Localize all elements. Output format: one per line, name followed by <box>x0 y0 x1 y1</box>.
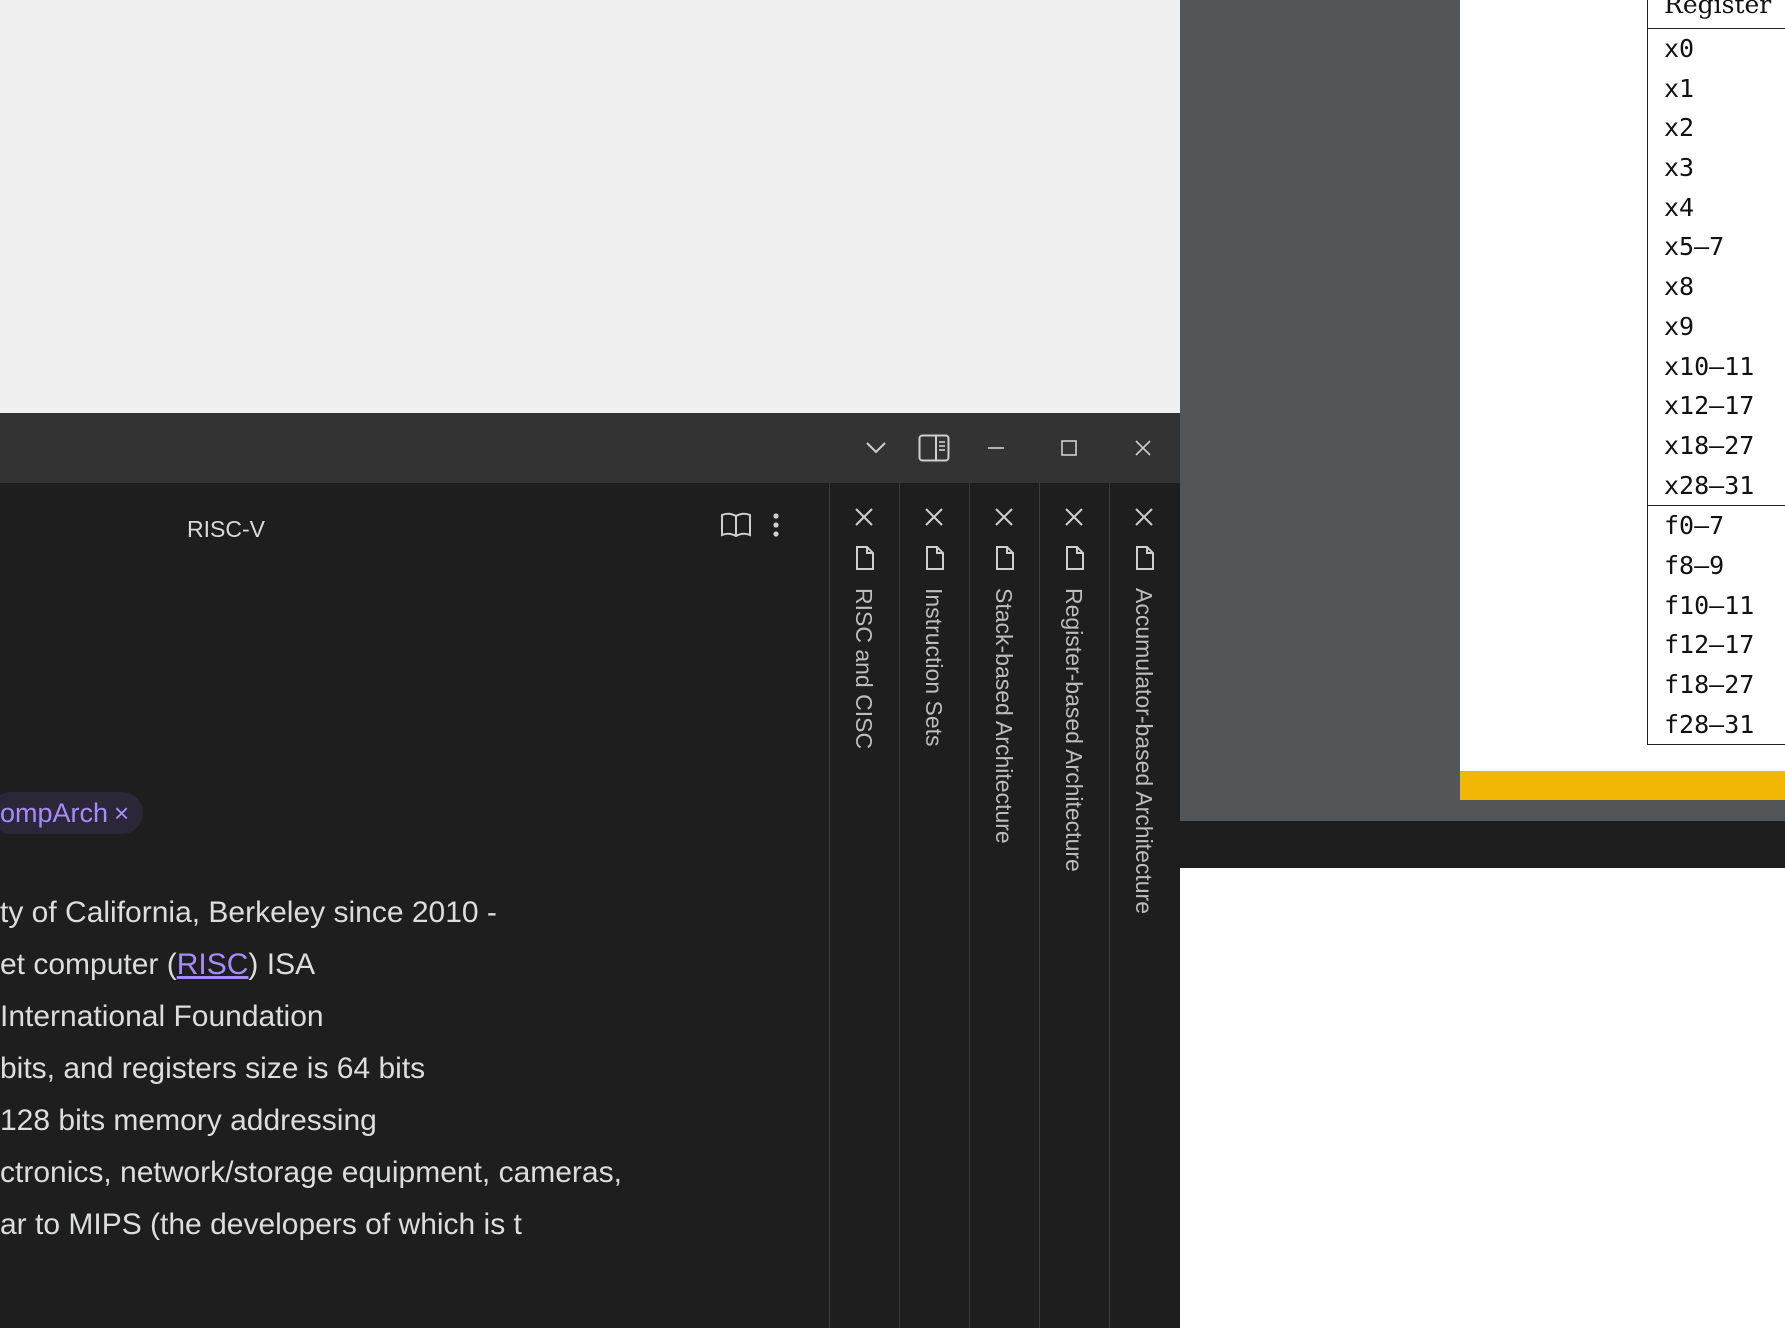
minimize-button[interactable] <box>970 427 1022 469</box>
close-icon[interactable] <box>922 505 946 529</box>
note-text: ctronics, network/storage equipment, cam… <box>0 1156 622 1189</box>
tab-list-dropdown-button[interactable] <box>850 427 902 469</box>
tag-remove-button[interactable]: × <box>114 798 129 829</box>
fp-register-row: f10–11 <box>1664 590 1755 620</box>
book-open-icon <box>721 512 751 538</box>
file-icon <box>996 546 1014 570</box>
reading-view-button[interactable] <box>720 511 752 543</box>
close-icon[interactable] <box>992 505 1016 529</box>
note-text: International Foundation <box>0 1000 324 1033</box>
close-icon[interactable] <box>1062 505 1086 529</box>
register-row: x28–31 <box>1664 470 1755 500</box>
table-bottom-rule <box>1648 744 1785 746</box>
file-icon <box>926 546 944 570</box>
stacked-tab-label: Accumulator-based Architecture <box>1131 588 1157 914</box>
register-row: x0 <box>1664 34 1695 63</box>
note-text-line: ty of California, Berkeley since 2010 - <box>0 896 497 930</box>
obsidian-window: RISC-V ompArch × ty of California, Berke… <box>0 413 1180 1328</box>
internal-link[interactable]: RISC <box>177 948 249 981</box>
fp-register-row: f18–27 <box>1664 670 1755 699</box>
fp-register-row: f8–9 <box>1664 550 1725 580</box>
register-table: Register x0 x1 x2 x3 x4 x5–7 x8 x9 x10–11 x12–17 x… <box>1647 0 1785 746</box>
note-text-line: 128 bits memory addressing <box>0 1104 377 1138</box>
fp-register-row: f12–17 <box>1664 630 1755 660</box>
tag-label: ompArch <box>0 797 109 828</box>
pdf-page: Register x0 x1 x2 x3 x4 x5–7 x8 x9 x10–11 x12–17 x… <box>1460 0 1785 800</box>
register-row: x10–11 <box>1664 351 1755 381</box>
register-row: x18–27 <box>1664 430 1755 460</box>
register-row: x12–17 <box>1664 391 1755 421</box>
file-icon <box>1066 546 1084 570</box>
note-text: ) ISA <box>248 948 316 981</box>
stacked-tab[interactable]: RISC and CISC <box>829 483 900 1328</box>
maximize-icon <box>1061 440 1077 456</box>
minimize-icon <box>988 447 1004 449</box>
register-rows: x0 x1 x2 x3 x4 x5–7 x8 x9 x10–11 x12–17 x18–27 x28–… <box>1648 29 1785 505</box>
file-icon <box>1136 546 1154 570</box>
chevron-down-icon <box>866 442 886 454</box>
register-table-header: Register <box>1648 0 1785 29</box>
note-text: et computer ( <box>0 948 177 981</box>
stacked-tab-label: Register-based Architecture <box>1061 588 1087 872</box>
toggle-right-sidebar-button[interactable] <box>908 427 960 469</box>
note-text: ty of California, Berkeley since 2010 - <box>0 896 497 929</box>
fp-register-row: f0–7 <box>1648 505 1785 546</box>
pdf-accent-bar <box>1460 771 1785 800</box>
note-text: 128 bits memory addressing <box>0 1104 377 1137</box>
more-options-button[interactable] <box>772 511 796 543</box>
note-text-line: bits, and registers size is 64 bits <box>0 1052 425 1086</box>
close-icon <box>1135 440 1151 456</box>
register-row: x9 <box>1664 311 1695 341</box>
note-text-line: ctronics, network/storage equipment, cam… <box>0 1156 622 1190</box>
stacked-tab-label: Instruction Sets <box>921 588 947 747</box>
register-row: x1 <box>1664 73 1695 103</box>
title-bar <box>0 413 1180 483</box>
register-row: x5–7 <box>1664 232 1725 262</box>
file-icon <box>856 546 874 570</box>
stacked-tab[interactable]: Register-based Architecture <box>1039 483 1110 1328</box>
register-row: x4 <box>1664 192 1695 222</box>
more-vertical-icon <box>773 513 779 537</box>
note-pane: RISC-V ompArch × ty of California, Berke… <box>0 483 829 1328</box>
pdf-bottom-bar <box>1180 821 1785 868</box>
note-text: ar to MIPS (the developers of which is t <box>0 1208 522 1241</box>
sidebar-icon <box>918 434 950 462</box>
background-region <box>0 0 1180 413</box>
pdf-viewer: Register x0 x1 x2 x3 x4 x5–7 x8 x9 x10–11 x12–17 x… <box>1180 0 1785 821</box>
fp-register-rows: f0–7 f8–9 f10–11 f12–17 f18–27 f28–31 <box>1648 505 1785 744</box>
note-title: RISC-V <box>187 516 265 542</box>
stacked-tab[interactable]: Accumulator-based Architecture <box>1109 483 1180 1328</box>
note-text-line: et computer (RISC) ISA <box>0 948 315 982</box>
fp-register-row: f28–31 <box>1664 709 1755 739</box>
stacked-tab-label: RISC and CISC <box>851 588 877 750</box>
close-icon[interactable] <box>852 505 876 529</box>
tag-chip[interactable]: ompArch × <box>0 792 144 834</box>
note-text-line: ar to MIPS (the developers of which is t <box>0 1208 522 1242</box>
stacked-tab[interactable]: Instruction Sets <box>899 483 970 1328</box>
note-text: bits, and registers size is 64 bits <box>0 1052 426 1085</box>
stacked-tab-label: Stack-based Architecture <box>991 588 1017 844</box>
maximize-button[interactable] <box>1043 427 1095 469</box>
close-window-button[interactable] <box>1117 427 1169 469</box>
register-row: x8 <box>1664 272 1695 302</box>
note-text-line: International Foundation <box>0 1000 324 1034</box>
register-row: x2 <box>1664 113 1695 143</box>
stacked-tab[interactable]: Stack-based Architecture <box>969 483 1040 1328</box>
register-row: x3 <box>1664 153 1695 183</box>
close-icon[interactable] <box>1132 505 1156 529</box>
